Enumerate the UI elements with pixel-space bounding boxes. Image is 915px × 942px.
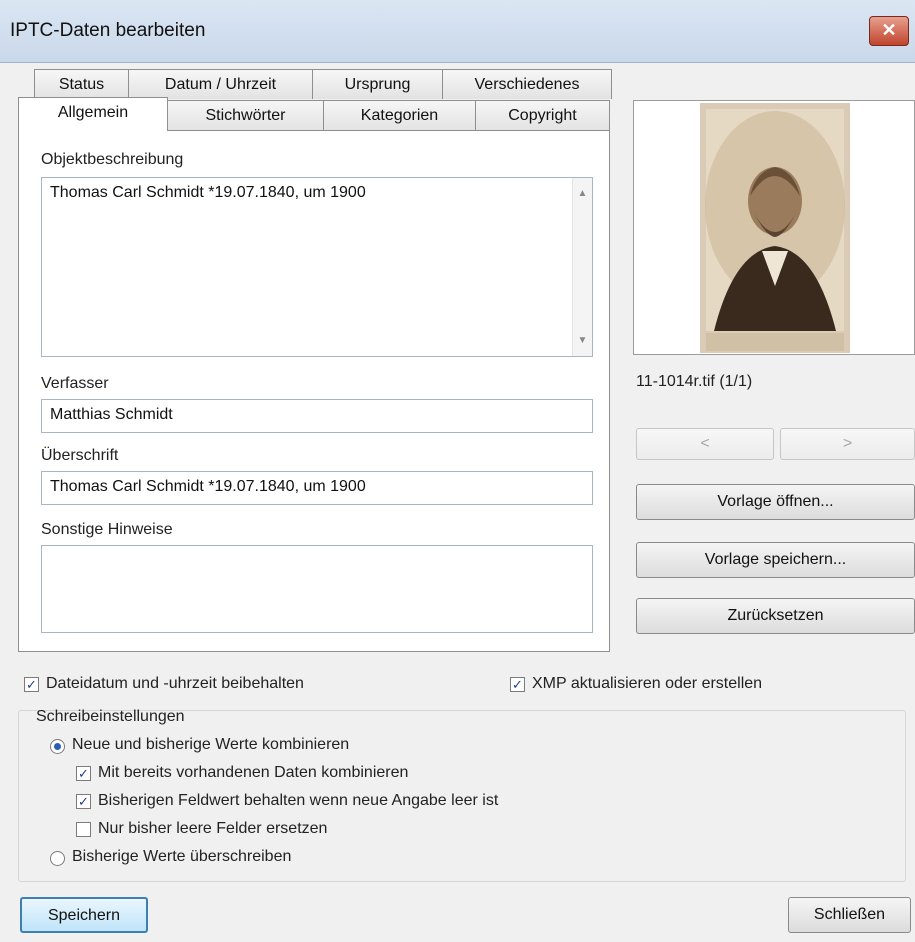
tab-ursprung[interactable]: Ursprung	[312, 69, 443, 99]
sonstige-hinweise-label: Sonstige Hinweise	[41, 521, 173, 538]
xmp-label: XMP aktualisieren oder erstellen	[532, 675, 763, 692]
zuruecksetzen-button[interactable]: Zurücksetzen	[636, 598, 915, 634]
tab-datum-uhrzeit[interactable]: Datum / Uhrzeit	[128, 69, 313, 99]
tab-copyright[interactable]: Copyright	[475, 100, 610, 130]
dateidatum-checkbox[interactable]: ✓	[24, 677, 39, 692]
tab-stichwoerter[interactable]: Stichwörter	[167, 100, 324, 130]
kombinieren-label: Neue und bisherige Werte kombinieren	[72, 736, 350, 753]
speichern-button[interactable]: Speichern	[20, 897, 148, 933]
vorlage-speichern-button[interactable]: Vorlage speichern...	[636, 542, 915, 578]
tab-kategorien[interactable]: Kategorien	[323, 100, 476, 130]
vorhanden-label: Mit bereits vorhandenen Daten kombiniere…	[98, 764, 409, 781]
image-preview	[633, 100, 915, 355]
dateidatum-label: Dateidatum und -uhrzeit beibehalten	[46, 675, 304, 692]
chevron-right-icon: >	[842, 435, 853, 452]
verfasser-label: Verfasser	[41, 375, 109, 392]
objektbeschreibung-value: Thomas Carl Schmidt *19.07.1840, um 1900	[50, 184, 366, 201]
textarea-scrollbar[interactable]: ▲ ▼	[572, 178, 592, 356]
ueberschrift-input[interactable]: Thomas Carl Schmidt *19.07.1840, um 1900	[41, 471, 593, 505]
sonstige-hinweise-textarea[interactable]	[41, 545, 593, 633]
tab-panel-allgemein: Objektbeschreibung Thomas Carl Schmidt *…	[18, 130, 610, 652]
leer-checkbox[interactable]	[76, 822, 91, 837]
ueberschreiben-label: Bisherige Werte überschreiben	[72, 848, 292, 865]
ueberschreiben-radio[interactable]	[50, 851, 65, 866]
previous-image-button[interactable]: <	[636, 428, 774, 460]
preview-filename: 11-1014r.tif (1/1)	[636, 373, 753, 390]
ueberschrift-label: Überschrift	[41, 447, 119, 464]
window-title: IPTC-Daten bearbeiten	[10, 20, 206, 41]
behalten-label: Bisherigen Feldwert behalten wenn neue A…	[98, 792, 499, 809]
portrait-photo	[700, 103, 850, 353]
schliessen-button[interactable]: Schließen	[788, 897, 911, 933]
tab-verschiedenes[interactable]: Verschiedenes	[442, 69, 612, 99]
schreibeinstellungen-title: Schreibeinstellungen	[36, 708, 185, 725]
kombinieren-radio[interactable]	[50, 739, 65, 754]
next-image-button[interactable]: >	[780, 428, 915, 460]
vorhanden-checkbox[interactable]: ✓	[76, 766, 91, 781]
xmp-checkbox[interactable]: ✓	[510, 677, 525, 692]
chevron-left-icon: <	[700, 435, 710, 452]
scroll-up-icon[interactable]: ▲	[573, 188, 592, 199]
objektbeschreibung-label: Objektbeschreibung	[41, 151, 184, 168]
verfasser-input[interactable]: Matthias Schmidt	[41, 399, 593, 433]
tab-allgemein[interactable]: Allgemein	[18, 97, 168, 131]
behalten-checkbox[interactable]: ✓	[76, 794, 91, 809]
title-bar: IPTC-Daten bearbeiten ✕	[0, 0, 915, 63]
vorlage-oeffnen-button[interactable]: Vorlage öffnen...	[636, 484, 915, 520]
tab-status[interactable]: Status	[34, 69, 129, 99]
close-button[interactable]: ✕	[869, 16, 909, 46]
leer-label: Nur bisher leere Felder ersetzen	[98, 820, 328, 837]
objektbeschreibung-textarea[interactable]: Thomas Carl Schmidt *19.07.1840, um 1900…	[41, 177, 593, 357]
scroll-down-icon[interactable]: ▼	[573, 335, 592, 346]
